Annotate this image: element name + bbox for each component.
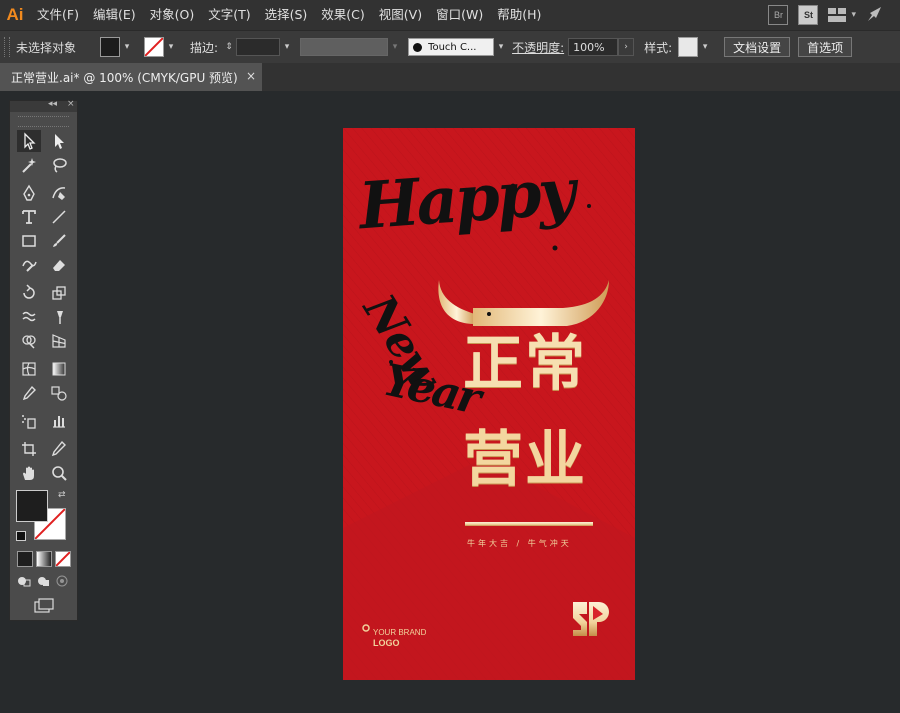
menu-effect[interactable]: 效果(C) [314,0,371,30]
app-logo: Ai [6,5,24,24]
perspective-grid-tool-icon[interactable] [47,330,71,352]
opacity-field[interactable]: 100% [568,38,619,56]
fill-dropdown-icon[interactable]: ▾ [120,38,134,56]
selection-tool-icon[interactable] [17,130,41,152]
line-tool-icon[interactable] [47,206,71,228]
column-graph-tool-icon[interactable] [47,410,71,432]
default-colors-icon[interactable] [16,531,26,541]
tools-panel-grip[interactable] [18,116,69,127]
paintbrush-tool-icon[interactable] [47,230,71,252]
lasso-tool-icon[interactable] [47,154,71,176]
scale-tool-icon[interactable] [47,282,71,304]
symbol-sprayer-tool-icon[interactable] [17,410,41,432]
bridge-icon[interactable]: Br [768,5,789,25]
color-mode-icon[interactable] [17,551,33,567]
draw-behind-icon[interactable] [36,574,50,588]
fill-swatch[interactable] [100,37,121,57]
curvature-tool-icon[interactable] [47,182,71,204]
artboard[interactable]: Happy New Year 正常 营业 牛年大吉 / 牛气冲天 YOUR BR… [343,128,635,680]
blend-tool-icon[interactable] [47,382,71,404]
screen-mode-icon[interactable] [34,598,54,614]
style-label: 样式: [644,40,673,55]
warp-tool-icon[interactable] [17,306,41,328]
brush-dropdown-icon[interactable]: ▾ [494,38,508,56]
profile-dropdown-icon[interactable]: ▾ [388,38,402,56]
tools-panel: ◂◂ × ⇄ [9,99,78,621]
swap-colors-icon[interactable]: ⇄ [58,490,66,500]
menu-window[interactable]: 窗口(W) [429,0,490,30]
workspace-layout-icon[interactable]: ▾ [828,8,856,22]
document-setup-button[interactable]: 文档设置 [724,37,791,57]
stroke-label: 描边: [190,40,219,55]
title-line-1: 正常 [463,329,587,399]
poster-subtitle: 牛年大吉 / 牛气冲天 [467,539,572,548]
menu-select[interactable]: 选择(S) [258,0,315,30]
variable-width-profile[interactable] [300,38,389,56]
none-mode-icon[interactable] [55,551,71,567]
graphic-style-swatch[interactable] [678,37,699,57]
stroke-stepper-icon[interactable]: ⇕ [222,38,236,56]
menu-help[interactable]: 帮助(H) [490,0,548,30]
stock-icon[interactable]: St [798,5,819,25]
hand-tool-icon[interactable] [17,462,41,484]
gradient-tool-icon[interactable] [47,358,71,380]
brand-line-1: YOUR BRAND [373,628,427,637]
opacity-label[interactable]: 不透明度: [512,39,564,56]
shaper-tool-icon[interactable] [17,254,41,276]
style-dropdown-icon[interactable]: ▾ [698,38,712,56]
menu-view[interactable]: 视图(V) [372,0,429,30]
opacity-arrow-icon[interactable]: › [618,38,635,56]
slice-tool-icon[interactable] [47,438,71,460]
title-line-2: 营业 [463,425,587,495]
fill-color-box[interactable] [16,490,48,522]
selection-status: 未选择对象 [16,40,77,55]
close-icon[interactable]: × [246,69,256,83]
gradient-mode-icon[interactable] [36,551,52,567]
document-tab-bar: 正常营业.ai* @ 100% (CMYK/GPU 预览) × [0,63,900,91]
stroke-width-dropdown-icon[interactable]: ▾ [280,38,294,56]
brand-line-2: LOGO [373,638,400,648]
rotate-tool-icon[interactable] [17,282,41,304]
shape-builder-tool-icon[interactable] [17,330,41,352]
eyedropper-tool-icon[interactable] [17,382,41,404]
document-tab-title: 正常营业.ai* @ 100% (CMYK/GPU 预览) [11,70,238,85]
zoom-tool-icon[interactable] [47,462,71,484]
stroke-dropdown-icon[interactable]: ▾ [164,38,178,56]
title-underline [465,522,593,526]
menu-file[interactable]: 文件(F) [30,0,86,30]
eraser-tool-icon[interactable] [47,254,71,276]
rectangle-tool-icon[interactable] [17,230,41,252]
control-bar-grip[interactable] [4,37,10,57]
control-bar: 未选择对象 ▾ ▾ 描边: ⇕ ▾ ▾ Touch C... ▾ 不透明度: 1… [0,30,900,64]
document-tab[interactable]: 正常营业.ai* @ 100% (CMYK/GPU 预览) × [0,63,262,91]
brush-definition[interactable]: Touch C... [408,38,495,56]
panel-close-icon[interactable]: × [67,99,75,109]
menu-edit[interactable]: 编辑(E) [86,0,143,30]
direct-selection-tool-icon[interactable] [47,130,71,152]
artboard-tool-icon[interactable] [17,438,41,460]
collapse-icon[interactable]: ◂◂ [48,99,57,109]
draw-normal-icon[interactable] [17,574,31,588]
stroke-swatch[interactable] [144,37,165,57]
type-tool-icon[interactable] [17,206,41,228]
script-happy: Happy [356,154,575,245]
menubar-right-icons: Br St ▾ [768,0,900,30]
draw-inside-icon[interactable] [55,574,69,588]
menu-type[interactable]: 文字(T) [201,0,257,30]
menu-bar: Ai 文件(F) 编辑(E) 对象(O) 文字(T) 选择(S) 效果(C) 视… [0,0,900,30]
brush-dot-icon [413,42,423,52]
rocket-icon[interactable] [866,5,884,26]
mesh-tool-icon[interactable] [17,358,41,380]
stroke-width-field[interactable] [236,38,281,56]
pen-tool-icon[interactable] [17,182,41,204]
menu-object[interactable]: 对象(O) [143,0,202,30]
tools-panel-header[interactable]: ◂◂ × [10,99,77,112]
magic-wand-tool-icon[interactable] [17,154,41,176]
preferences-button[interactable]: 首选项 [798,37,853,57]
puppet-warp-tool-icon[interactable] [47,306,71,328]
brush-name: Touch C... [428,41,477,53]
